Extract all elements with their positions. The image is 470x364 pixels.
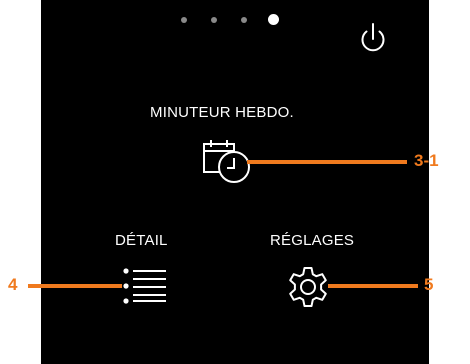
detail-label: DÉTAIL [115, 232, 168, 249]
power-button[interactable] [357, 20, 389, 56]
weekly-timer-label: MINUTEUR HEBDO. [150, 104, 294, 121]
page-dot[interactable] [211, 17, 217, 23]
callout-settings: 5 [424, 275, 434, 294]
callout-weekly-timer: 3-1 [414, 151, 439, 170]
callout-line-settings [328, 284, 418, 288]
detail-button[interactable] [120, 267, 170, 305]
callout-line-weekly-timer [247, 160, 407, 164]
page-indicator [177, 14, 279, 28]
page-dot[interactable] [181, 17, 187, 23]
callout-line-detail [28, 284, 122, 288]
callout-detail: 4 [8, 275, 18, 294]
page-dot-active[interactable] [268, 14, 279, 25]
list-icon [123, 268, 166, 304]
gear-icon [289, 267, 327, 307]
settings-button[interactable] [285, 265, 331, 309]
settings-label: RÉGLAGES [270, 232, 355, 249]
power-icon [361, 23, 385, 52]
page-dot[interactable] [241, 17, 247, 23]
